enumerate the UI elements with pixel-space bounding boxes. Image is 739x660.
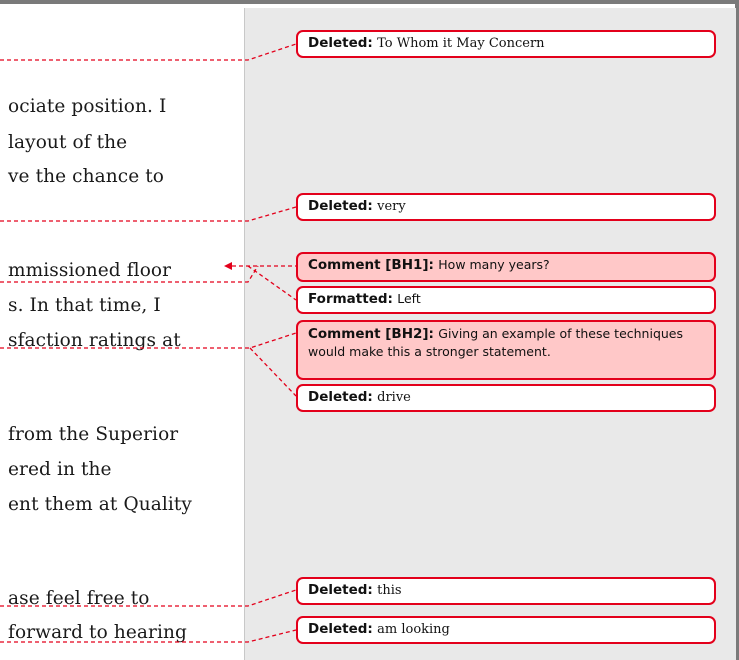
deleted-balloon[interactable]: Deleted: am looking xyxy=(296,616,716,644)
document-line[interactable]: ase feel free to xyxy=(8,588,150,609)
deleted-balloon[interactable]: Deleted: this xyxy=(296,577,716,605)
document-line[interactable]: mmissioned floor xyxy=(8,260,171,281)
deleted-balloon[interactable]: Deleted: To Whom it May Concern xyxy=(296,30,716,58)
document-page[interactable]: ociate position. I layout of the ve the … xyxy=(0,8,244,660)
deleted-balloon[interactable]: Deleted: drive xyxy=(296,384,716,412)
balloon-text: am looking xyxy=(377,622,450,637)
comment-text: How many years? xyxy=(438,257,550,272)
balloon-kind: Deleted: xyxy=(308,198,373,214)
balloon-text: To Whom it May Concern xyxy=(377,36,545,51)
balloon-kind: Deleted: xyxy=(308,582,373,598)
document-line[interactable]: s. In that time, I xyxy=(8,295,161,316)
balloon-kind: Deleted: xyxy=(308,389,373,405)
balloon-kind: Formatted: xyxy=(308,291,393,307)
comment-balloon[interactable]: Comment [BH1]: How many years? xyxy=(296,252,716,282)
document-line[interactable]: forward to hearing xyxy=(8,622,187,643)
comment-balloon[interactable]: Comment [BH2]: Giving an example of thes… xyxy=(296,320,716,380)
document-line[interactable]: ered in the xyxy=(8,459,112,480)
balloon-text: very xyxy=(377,199,406,214)
formatted-balloon[interactable]: Formatted: Left xyxy=(296,286,716,314)
document-line[interactable]: ve the chance to xyxy=(8,166,164,187)
comment-label: Comment [BH2]: xyxy=(308,326,434,342)
balloon-text: this xyxy=(377,583,402,598)
document-line[interactable]: layout of the xyxy=(8,132,127,153)
comment-label: Comment [BH1]: xyxy=(308,257,434,273)
balloon-text: Left xyxy=(397,291,421,306)
deleted-balloon[interactable]: Deleted: very xyxy=(296,193,716,221)
balloon-text: drive xyxy=(377,390,411,405)
balloon-kind: Deleted: xyxy=(308,621,373,637)
balloon-kind: Deleted: xyxy=(308,35,373,51)
document-line[interactable]: sfaction ratings at xyxy=(8,330,181,351)
document-line[interactable]: from the Superior xyxy=(8,424,178,445)
document-line[interactable]: ent them at Quality xyxy=(8,494,192,515)
document-line[interactable]: ociate position. I xyxy=(8,96,166,117)
